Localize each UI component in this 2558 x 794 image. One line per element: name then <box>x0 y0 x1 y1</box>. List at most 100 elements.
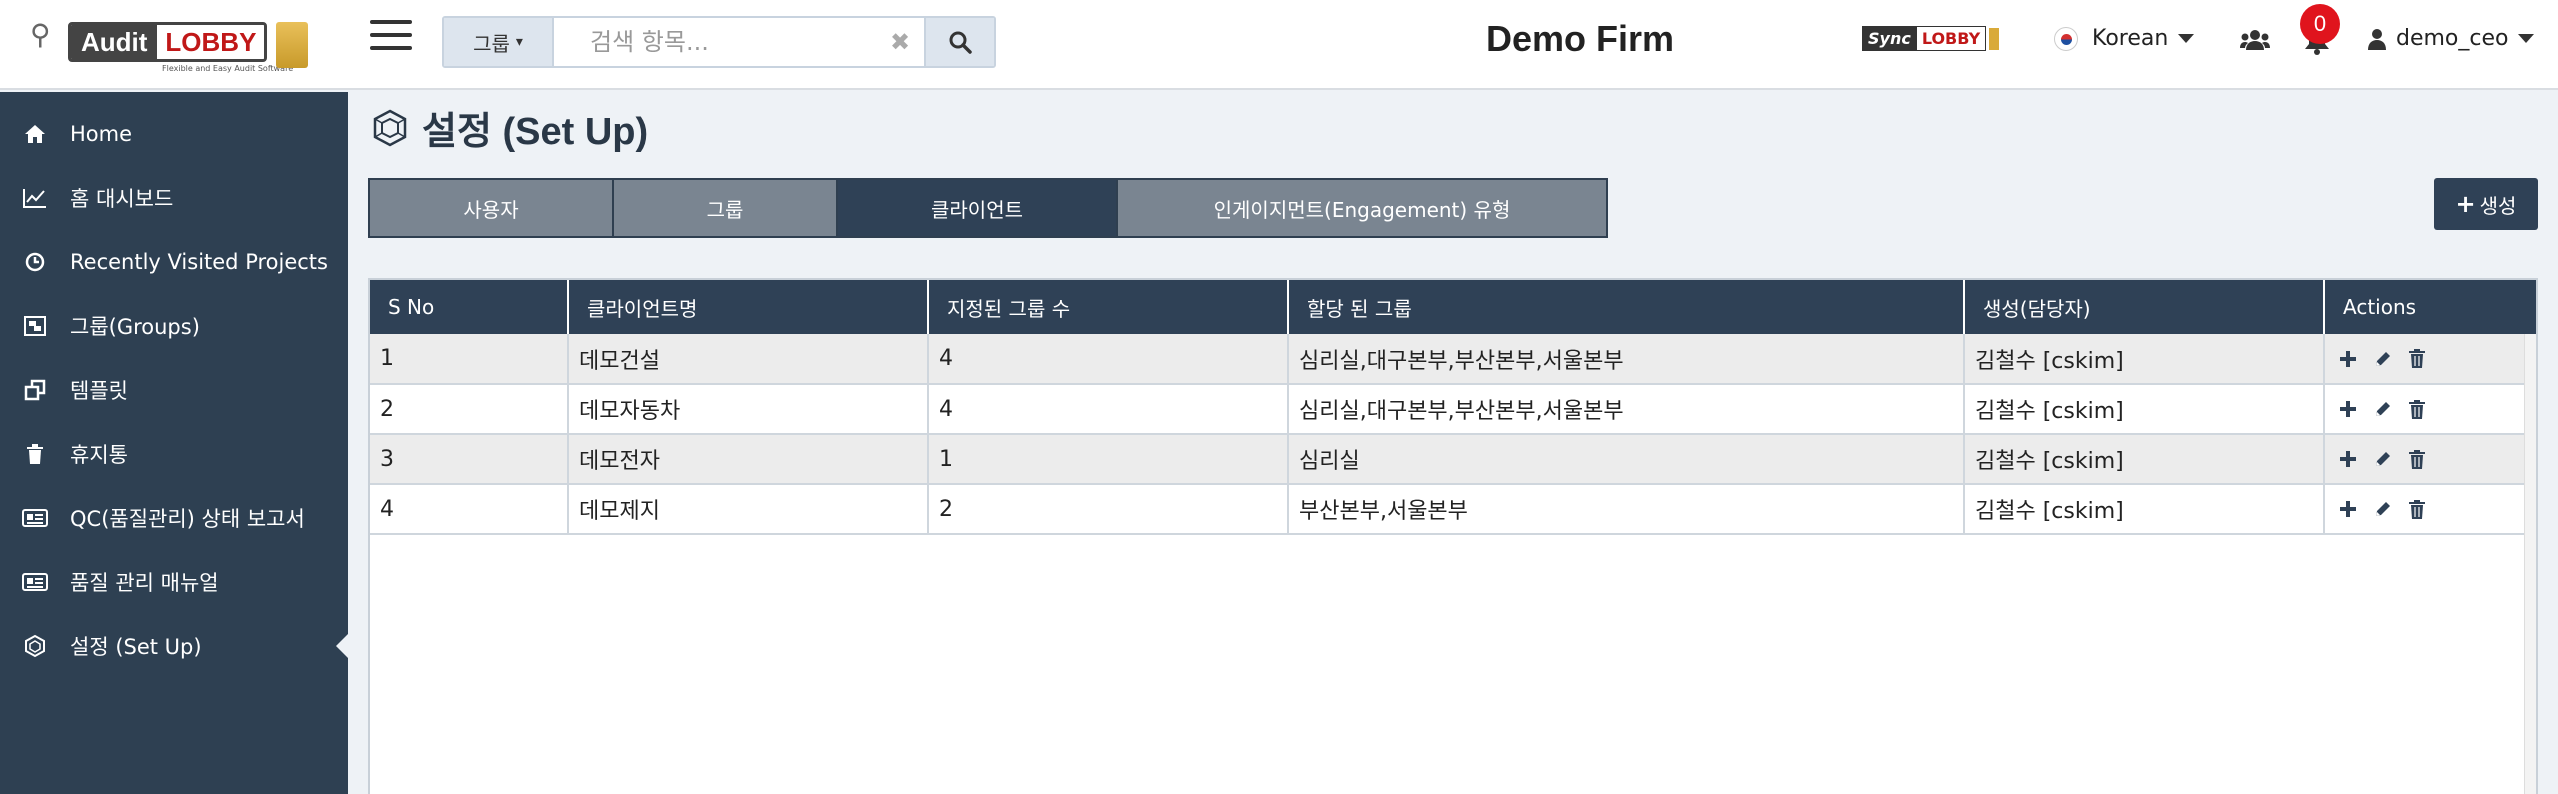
sidebar-item-groups[interactable]: 그룹(Groups) <box>0 298 348 354</box>
edit-icon[interactable] <box>2373 399 2393 419</box>
delete-icon[interactable] <box>2409 399 2425 419</box>
add-icon[interactable] <box>2339 400 2357 418</box>
sidebar-item-home[interactable]: Home <box>0 106 348 162</box>
line-chart-icon <box>23 189 46 208</box>
sidebar-item-setup[interactable]: 설정 (Set Up) <box>0 618 348 674</box>
logo-word-lobby: LOBBY <box>157 25 265 59</box>
column-header-assigned-groups[interactable]: 할당 된 그룹 <box>1288 280 1965 334</box>
delete-icon[interactable] <box>2409 449 2425 469</box>
cell-assigned-groups: 심리실,대구본부,부산본부,서울본부 <box>1288 384 1965 435</box>
clone-icon <box>24 379 46 401</box>
edit-icon[interactable] <box>2373 449 2393 469</box>
user-icon <box>2368 28 2386 50</box>
column-header-sno[interactable]: S No <box>370 280 569 334</box>
sidebar-item-templates[interactable]: 템플릿 <box>0 362 348 418</box>
korea-flag-icon <box>2054 26 2078 51</box>
cell-sno: 1 <box>370 334 569 385</box>
edit-icon[interactable] <box>2373 349 2393 369</box>
plus-icon: + <box>2455 190 2476 218</box>
column-header-created-by[interactable]: 생성(담당자) <box>1964 280 2325 334</box>
search-scope-label: 그룹 <box>473 31 510 56</box>
sidebar-item-quality-manual[interactable]: 품질 관리 매뉴얼 <box>0 554 348 610</box>
column-header-group-count[interactable]: 지정된 그룹 수 <box>928 280 1289 334</box>
chevron-down-icon: ▾ <box>515 34 523 50</box>
search-input[interactable] <box>554 18 924 66</box>
cell-client-name: 데모전자 <box>568 434 929 485</box>
table-row: 3 데모전자 1 심리실 김철수 [cskim] <box>370 434 2536 485</box>
cell-group-count: 4 <box>928 384 1289 435</box>
search-button[interactable] <box>924 18 994 66</box>
sync-lobby-word: LOBBY <box>1916 26 1987 51</box>
cell-client-name: 데모건설 <box>568 334 929 385</box>
page-title: 설정 (Set Up) <box>370 100 648 155</box>
sidebar-item-label: Recently Visited Projects <box>70 250 328 274</box>
cell-group-count: 1 <box>928 434 1289 485</box>
trash-icon <box>27 444 43 464</box>
cell-actions <box>2324 384 2536 435</box>
cell-created-by: 김철수 [cskim] <box>1964 334 2325 385</box>
table-scrollbar[interactable] <box>2524 334 2536 794</box>
sync-lobby-logo[interactable]: Sync LOBBY <box>1862 26 2000 51</box>
language-selector[interactable]: Korean <box>2054 26 2195 51</box>
tab-clients[interactable]: 클라이언트 <box>838 180 1118 236</box>
audit-lobby-logo[interactable]: ⚲ Audit LOBBY Flexible and Easy Audit So… <box>30 14 315 76</box>
sidebar-item-qc-report[interactable]: QC(품질관리) 상태 보고서 <box>0 490 348 546</box>
column-header-client-name[interactable]: 클라이언트명 <box>568 280 929 334</box>
cell-sno: 3 <box>370 434 569 485</box>
delete-icon[interactable] <box>2409 499 2425 519</box>
cell-created-by: 김철수 [cskim] <box>1964 484 2325 535</box>
setup-icon <box>373 109 407 146</box>
setup-icon <box>25 634 45 658</box>
search-bar: 그룹 ▾ ✖ <box>442 16 996 68</box>
add-icon[interactable] <box>2339 500 2357 518</box>
users-icon[interactable] <box>2240 28 2270 56</box>
edit-icon[interactable] <box>2373 499 2393 519</box>
cell-sno: 2 <box>370 384 569 435</box>
cell-assigned-groups: 심리실 <box>1288 434 1965 485</box>
logo-tagline: Flexible and Easy Audit Software <box>162 64 294 73</box>
newspaper-icon <box>22 509 48 527</box>
setup-tabs: 사용자 그룹 클라이언트 인게이지먼트(Engagement) 유형 <box>368 178 1608 238</box>
cell-client-name: 데모자동차 <box>568 384 929 435</box>
table-row: 2 데모자동차 4 심리실,대구본부,부산본부,서울본부 김철수 [cskim] <box>370 384 2536 435</box>
sync-word: Sync <box>1862 26 1917 51</box>
folder-icon <box>276 22 308 68</box>
newspaper-icon <box>22 573 48 591</box>
menu-toggle-button[interactable] <box>370 20 412 58</box>
table-row: 1 데모건설 4 심리실,대구본부,부산본부,서울본부 김철수 [cskim] <box>370 334 2536 385</box>
table-header-row: S No 클라이언트명 지정된 그룹 수 할당 된 그룹 생성(담당자) Act… <box>370 280 2536 334</box>
cell-actions <box>2324 334 2536 385</box>
sidebar-item-trash[interactable]: 휴지통 <box>0 426 348 482</box>
cell-assigned-groups: 부산본부,서울본부 <box>1288 484 1965 535</box>
clear-icon[interactable]: ✖ <box>890 28 910 56</box>
cell-group-count: 2 <box>928 484 1289 535</box>
cell-group-count: 4 <box>928 334 1289 385</box>
cell-actions <box>2324 484 2536 535</box>
sidebar-item-recent-projects[interactable]: Recently Visited Projects <box>0 234 348 290</box>
logo-word-audit: Audit <box>71 25 158 59</box>
page-title-text: 설정 (Set Up) <box>422 111 649 153</box>
create-button[interactable]: + 생성 <box>2434 178 2538 230</box>
search-scope-dropdown[interactable]: 그룹 ▾ <box>444 18 554 66</box>
add-icon[interactable] <box>2339 350 2357 368</box>
cell-actions <box>2324 434 2536 485</box>
table-row: 4 데모제지 2 부산본부,서울본부 김철수 [cskim] <box>370 484 2536 535</box>
username: demo_ceo <box>2396 26 2509 51</box>
sidebar-item-label: 그룹(Groups) <box>70 315 200 339</box>
tab-engagement-types[interactable]: 인게이지먼트(Engagement) 유형 <box>1118 180 1606 236</box>
cell-created-by: 김철수 [cskim] <box>1964 384 2325 435</box>
delete-icon[interactable] <box>2409 349 2425 368</box>
tab-users[interactable]: 사용자 <box>370 180 614 236</box>
user-menu[interactable]: demo_ceo <box>2368 26 2535 51</box>
sidebar-item-label: QC(품질관리) 상태 보고서 <box>70 507 305 531</box>
add-icon[interactable] <box>2339 450 2357 468</box>
clients-table: S No 클라이언트명 지정된 그룹 수 할당 된 그룹 생성(담당자) Act… <box>368 278 2538 794</box>
search-icon <box>949 31 972 54</box>
cell-client-name: 데모제지 <box>568 484 929 535</box>
sidebar-item-label: 설정 (Set Up) <box>70 635 202 659</box>
sidebar-item-label: Home <box>70 122 133 146</box>
home-icon <box>25 125 45 143</box>
sidebar-item-home-dashboard[interactable]: 홈 대시보드 <box>0 170 348 226</box>
tab-groups[interactable]: 그룹 <box>614 180 838 236</box>
cell-assigned-groups: 심리실,대구본부,부산본부,서울본부 <box>1288 334 1965 385</box>
